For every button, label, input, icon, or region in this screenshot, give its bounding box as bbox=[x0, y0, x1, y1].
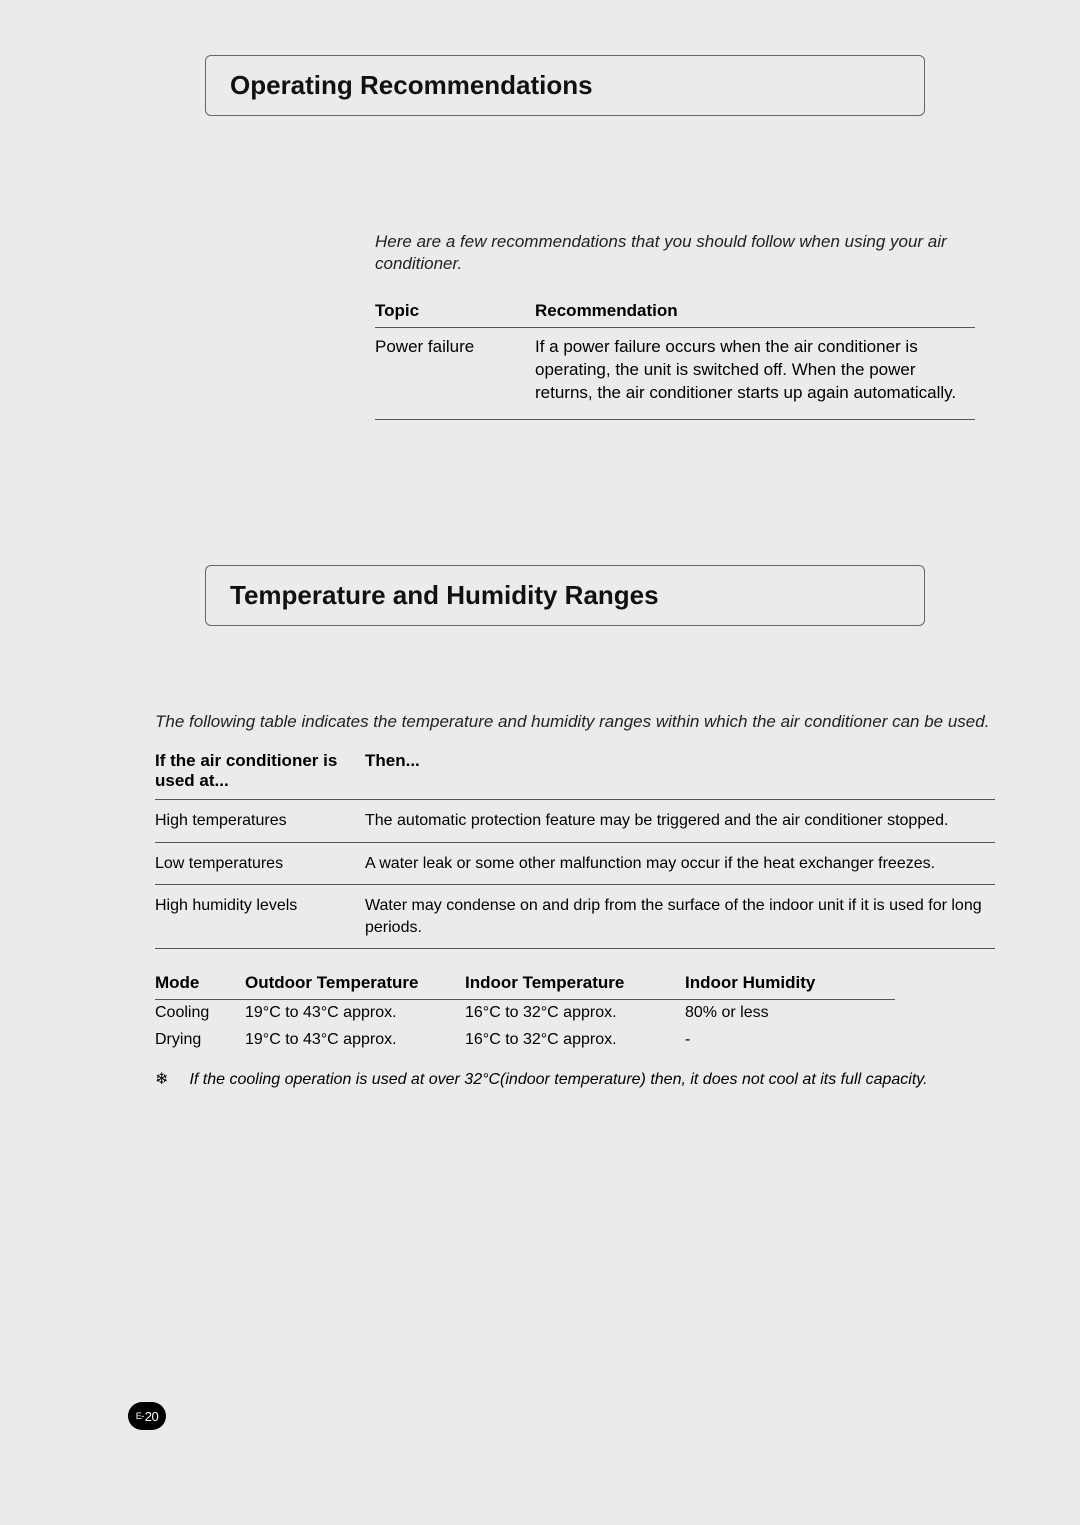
mode-indoor: 16°C to 32°C approx. bbox=[465, 1030, 685, 1051]
page-number-prefix: E- bbox=[136, 1411, 144, 1421]
mode-header-mode: Mode bbox=[155, 973, 245, 993]
mode-indoor: 16°C to 32°C approx. bbox=[465, 1003, 685, 1024]
conditions-table: If the air conditioner is used at... The… bbox=[155, 747, 995, 949]
cond-table-header: If the air conditioner is used at... The… bbox=[155, 747, 995, 800]
cond-condition: Low temperatures bbox=[155, 853, 365, 875]
content-area: Operating Recommendations Here are a few… bbox=[115, 55, 995, 1091]
mode-name: Drying bbox=[155, 1030, 245, 1051]
section2-intro: The following table indicates the temper… bbox=[155, 711, 995, 733]
table-row: Drying 19°C to 43°C approx. 16°C to 32°C… bbox=[155, 1027, 895, 1054]
table-row: High temperatures The automatic protecti… bbox=[155, 800, 995, 843]
cond-condition: High humidity levels bbox=[155, 895, 365, 938]
recommendations-table: Here are a few recommendations that you … bbox=[375, 231, 975, 420]
section2-title: Temperature and Humidity Ranges bbox=[230, 580, 900, 611]
mode-header-indoor: Indoor Temperature bbox=[465, 973, 685, 993]
table-row: Cooling 19°C to 43°C approx. 16°C to 32°… bbox=[155, 1000, 895, 1027]
mode-humidity: - bbox=[685, 1030, 855, 1051]
table-row: Low temperatures A water leak or some ot… bbox=[155, 843, 995, 886]
cond-header-then: Then... bbox=[365, 751, 995, 791]
cond-then: Water may condense on and drip from the … bbox=[365, 895, 995, 938]
table-row: Power failure If a power failure occurs … bbox=[375, 328, 975, 420]
mode-humidity: 80% or less bbox=[685, 1003, 855, 1024]
mode-outdoor: 19°C to 43°C approx. bbox=[245, 1030, 465, 1051]
cond-header-condition: If the air conditioner is used at... bbox=[155, 751, 365, 791]
page-number-badge: E-20 bbox=[128, 1402, 166, 1430]
mode-name: Cooling bbox=[155, 1003, 245, 1024]
section1-title-box: Operating Recommendations bbox=[205, 55, 925, 116]
mode-table-header: Mode Outdoor Temperature Indoor Temperat… bbox=[155, 971, 895, 1000]
table-row: High humidity levels Water may condense … bbox=[155, 885, 995, 949]
cond-condition: High temperatures bbox=[155, 810, 365, 832]
mode-table: Mode Outdoor Temperature Indoor Temperat… bbox=[155, 971, 895, 1054]
footnote: ❄ If the cooling operation is used at ov… bbox=[155, 1070, 995, 1091]
rec-topic: Power failure bbox=[375, 336, 535, 405]
rec-header-recommendation: Recommendation bbox=[535, 301, 975, 321]
section1-intro: Here are a few recommendations that you … bbox=[375, 231, 975, 275]
section2-title-box: Temperature and Humidity Ranges bbox=[205, 565, 925, 626]
page-number: 20 bbox=[145, 1409, 158, 1424]
section1-title: Operating Recommendations bbox=[230, 70, 900, 101]
cond-then: A water leak or some other malfunction m… bbox=[365, 853, 995, 875]
mode-header-humidity: Indoor Humidity bbox=[685, 973, 855, 993]
rec-table-header: Topic Recommendation bbox=[375, 295, 975, 328]
mode-header-outdoor: Outdoor Temperature bbox=[245, 973, 465, 993]
snowflake-icon: ❄ bbox=[155, 1070, 185, 1091]
cond-then: The automatic protection feature may be … bbox=[365, 810, 995, 832]
footnote-text: If the cooling operation is used at over… bbox=[189, 1071, 927, 1088]
rec-text: If a power failure occurs when the air c… bbox=[535, 336, 975, 405]
document-page: Operating Recommendations Here are a few… bbox=[0, 0, 1080, 1525]
rec-header-topic: Topic bbox=[375, 301, 535, 321]
mode-outdoor: 19°C to 43°C approx. bbox=[245, 1003, 465, 1024]
